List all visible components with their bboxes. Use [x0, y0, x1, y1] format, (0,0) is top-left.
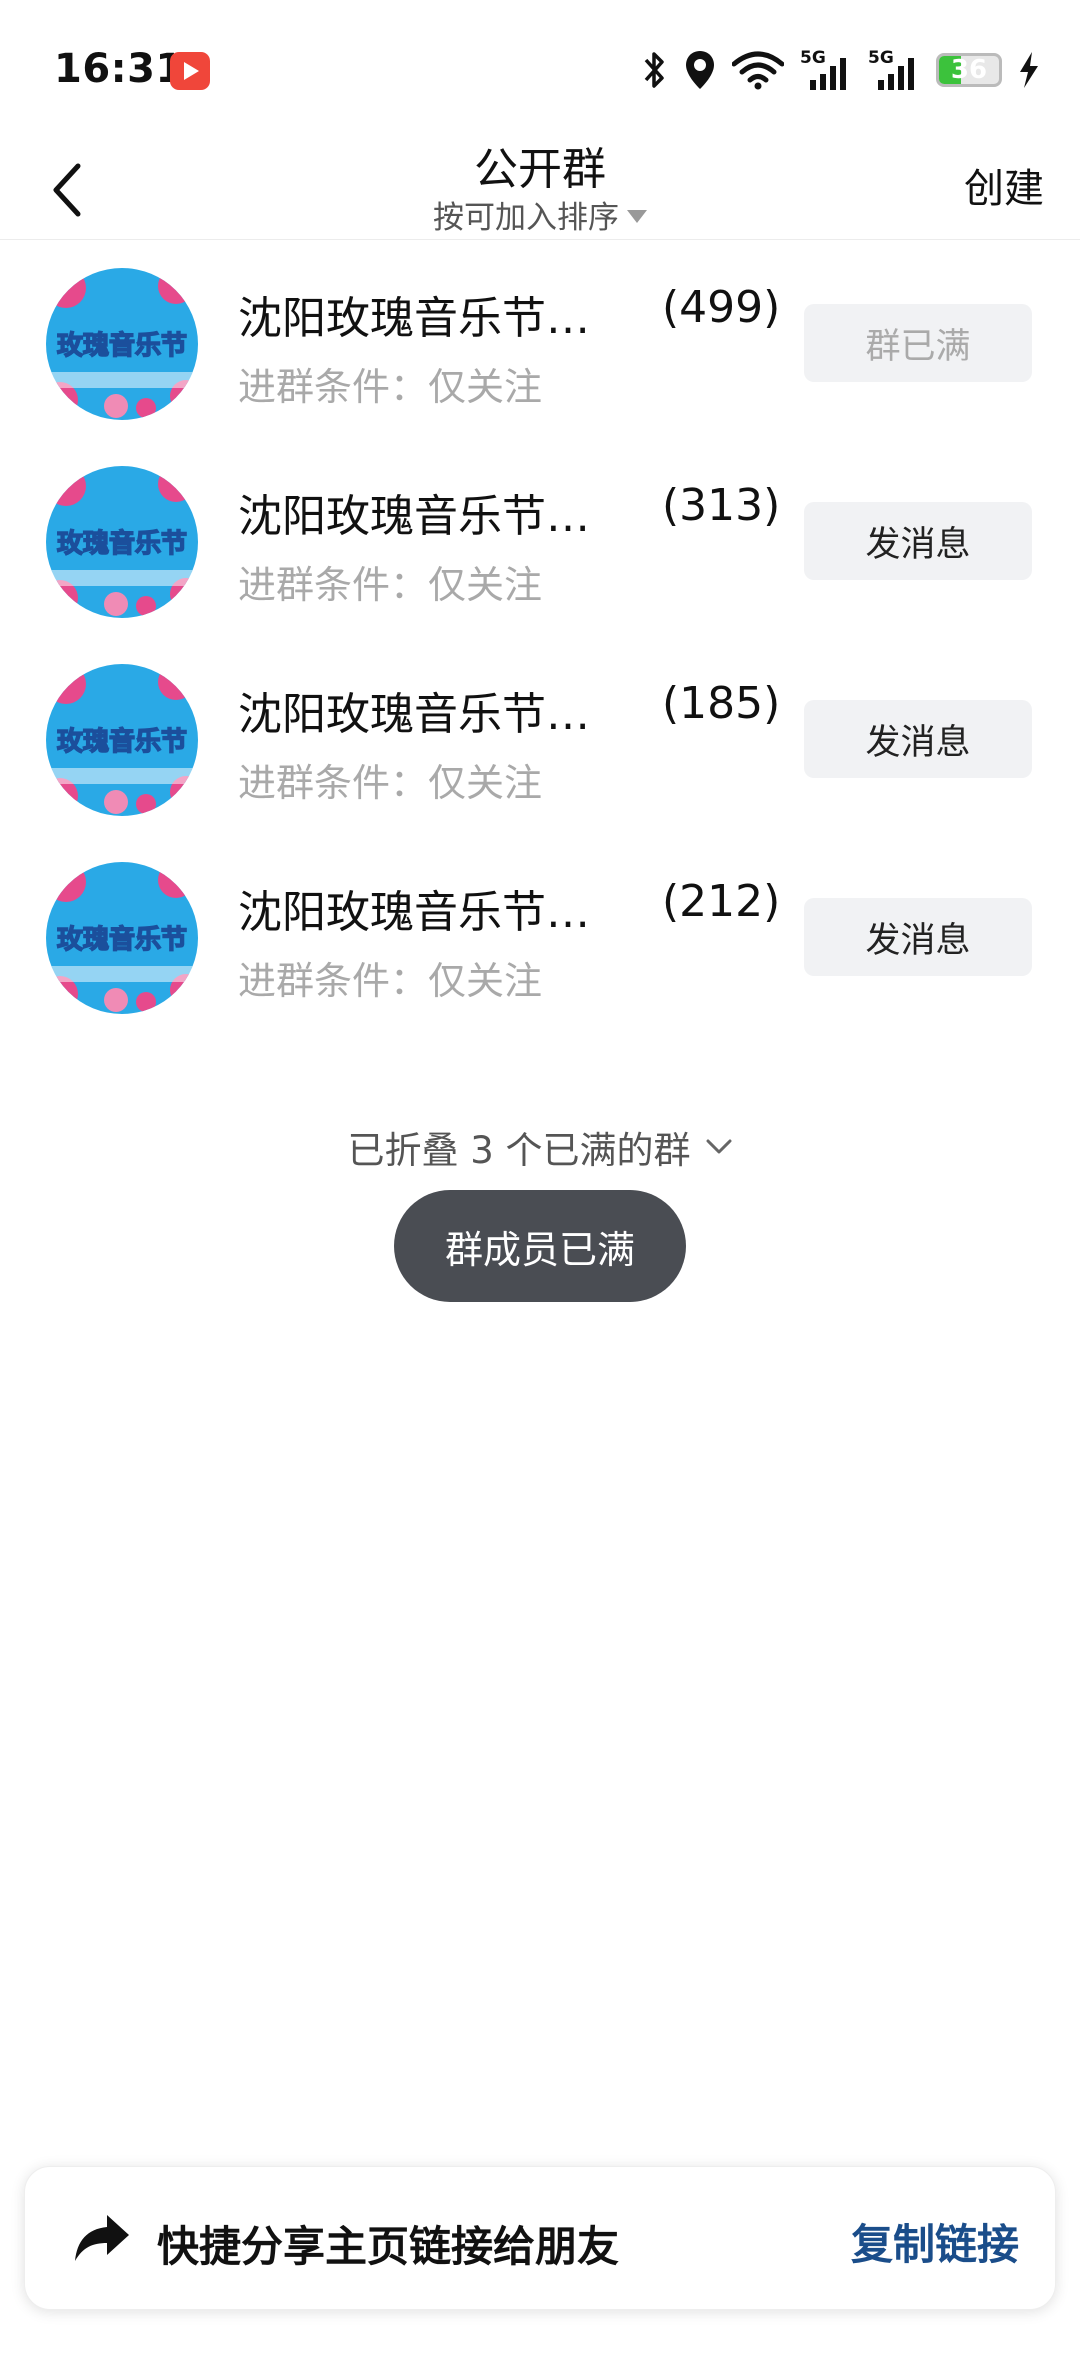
- group-member-count: (185): [662, 678, 781, 729]
- video-app-icon: [170, 52, 210, 90]
- group-full-button[interactable]: 群已满: [804, 304, 1032, 382]
- join-condition: 进群条件：仅关注: [238, 365, 543, 409]
- group-avatar: 玫瑰音乐节: [46, 268, 198, 420]
- sort-label: 按可加入排序: [433, 200, 619, 236]
- status-bar: 16:31 5G 5G 36: [0, 0, 1080, 140]
- caret-down-icon: [627, 210, 647, 223]
- status-time: 16:31: [54, 46, 184, 92]
- avatar-text: 玫瑰音乐节: [57, 528, 187, 559]
- folded-groups-label: 已折叠 3 个已满的群: [347, 1129, 691, 1172]
- create-button[interactable]: 创建: [964, 156, 1044, 214]
- signal-5g-icon-2: 5G: [868, 48, 920, 92]
- group-member-count: (313): [662, 480, 781, 531]
- public-groups-screen: 16:31 5G 5G 36 公开群 按可加入排序 创建 玫瑰音乐节 沈阳玫瑰音…: [0, 0, 1080, 2372]
- group-avatar: 玫瑰音乐节: [46, 664, 198, 816]
- folded-groups-toggle[interactable]: 已折叠 3 个已满的群: [0, 1120, 1080, 1174]
- share-bar-text: 快捷分享主页链接给朋友: [157, 2222, 620, 2271]
- copy-link-button[interactable]: 复制链接: [851, 2211, 1019, 2272]
- group-list: 玫瑰音乐节 沈阳玫瑰音乐节闲… (499) 进群条件：仅关注 群已满 玫瑰音乐节…: [0, 244, 1080, 1036]
- battery-level: 36: [950, 55, 988, 85]
- sort-selector[interactable]: 按可加入排序: [0, 192, 1080, 237]
- charging-icon: [1020, 52, 1038, 88]
- toast-message: 群成员已满: [394, 1190, 686, 1302]
- send-message-button[interactable]: 发消息: [804, 898, 1032, 976]
- send-message-button[interactable]: 发消息: [804, 700, 1032, 778]
- group-name: 沈阳玫瑰音乐节闲…: [238, 887, 618, 938]
- send-message-button[interactable]: 发消息: [804, 502, 1032, 580]
- avatar-text: 玫瑰音乐节: [57, 330, 187, 361]
- group-name: 沈阳玫瑰音乐节闲…: [238, 689, 618, 740]
- nav-header: 公开群 按可加入排序 创建: [0, 140, 1080, 240]
- status-icons: 5G 5G 36: [642, 44, 1040, 96]
- join-condition: 进群条件：仅关注: [238, 563, 543, 607]
- group-row[interactable]: 玫瑰音乐节 沈阳玫瑰音乐节闲… (185) 进群条件：仅关注 发消息: [0, 640, 1080, 838]
- wifi-icon: [732, 51, 784, 90]
- group-member-count: (212): [662, 876, 781, 927]
- group-member-count: (499): [662, 282, 781, 333]
- group-name: 沈阳玫瑰音乐节闲…: [238, 491, 618, 542]
- signal-5g-icon: 5G: [800, 48, 852, 92]
- page-title: 公开群: [474, 144, 606, 195]
- group-row[interactable]: 玫瑰音乐节 沈阳玫瑰音乐节闲… (212) 进群条件：仅关注 发消息: [0, 838, 1080, 1036]
- group-row[interactable]: 玫瑰音乐节 沈阳玫瑰音乐节闲… (499) 进群条件：仅关注 群已满: [0, 244, 1080, 442]
- join-condition: 进群条件：仅关注: [238, 761, 543, 805]
- chevron-down-icon: [706, 1139, 732, 1154]
- group-name: 沈阳玫瑰音乐节闲…: [238, 293, 618, 344]
- share-arrow-icon: [75, 2215, 129, 2261]
- share-bar: 快捷分享主页链接给朋友 复制链接: [24, 2166, 1056, 2310]
- join-condition: 进群条件：仅关注: [238, 959, 543, 1003]
- avatar-text: 玫瑰音乐节: [57, 924, 187, 955]
- battery-icon: 36: [936, 53, 1002, 87]
- location-icon: [686, 51, 714, 89]
- group-avatar: 玫瑰音乐节: [46, 466, 198, 618]
- group-avatar: 玫瑰音乐节: [46, 862, 198, 1014]
- group-row[interactable]: 玫瑰音乐节 沈阳玫瑰音乐节闲… (313) 进群条件：仅关注 发消息: [0, 442, 1080, 640]
- avatar-text: 玫瑰音乐节: [57, 726, 187, 757]
- bluetooth-icon: [644, 52, 664, 88]
